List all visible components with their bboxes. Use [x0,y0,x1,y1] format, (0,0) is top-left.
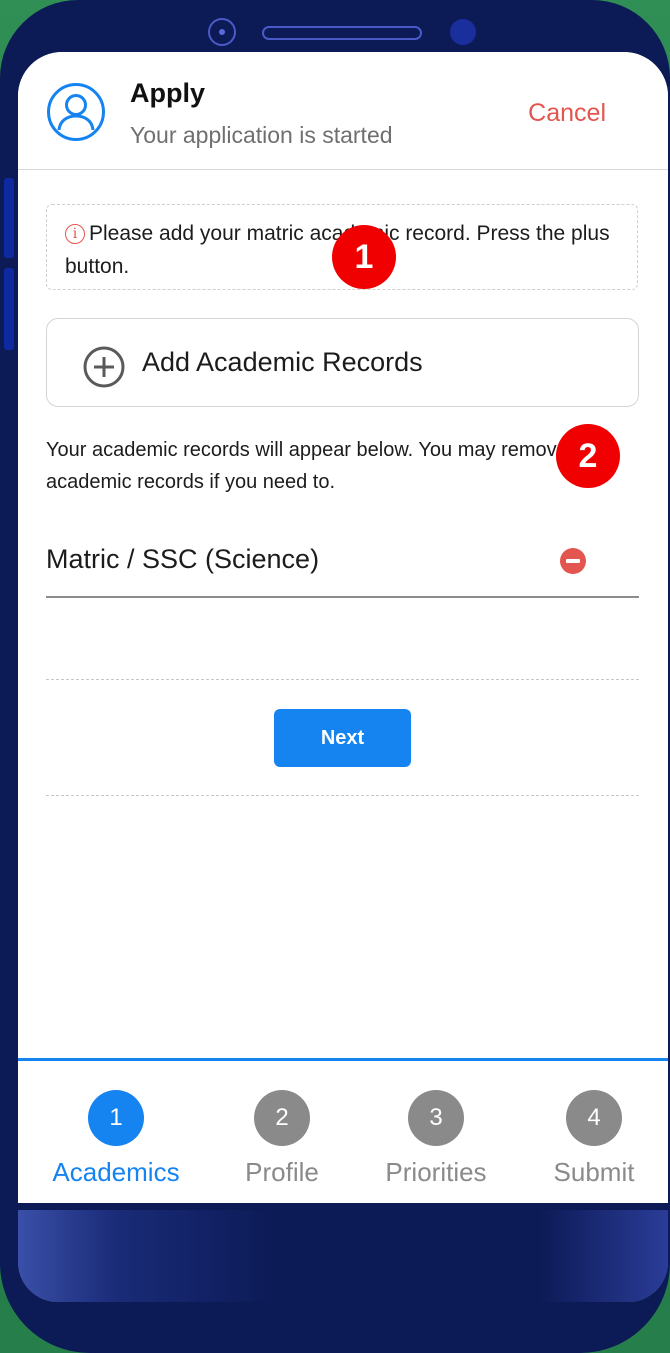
records-help-text: Your academic records will appear below.… [46,439,602,493]
step-label: Priorities [385,1157,487,1187]
side-button-volume-down [4,268,14,350]
step-label: Academics [52,1157,180,1187]
step-label: Submit [553,1157,635,1187]
step-number: 3 [408,1090,464,1146]
divider [46,679,639,680]
cancel-button[interactable]: Cancel [528,99,606,128]
academic-record-label: Matric / SSC (Science) [46,544,320,574]
step-priorities[interactable]: 3 Priorities [356,1061,516,1206]
side-button-volume-up [4,178,14,258]
step-academics[interactable]: 1 Academics [36,1061,196,1206]
page-title: Apply [130,78,206,108]
proximity-sensor [450,19,476,45]
add-academic-records-button[interactable]: Add Academic Records [46,318,639,407]
academic-record-row: Matric / SSC (Science) [46,538,639,598]
divider [46,795,639,796]
user-avatar-icon [47,83,105,141]
remove-circle-icon[interactable] [559,547,587,575]
plus-circle-icon [83,346,125,388]
step-submit[interactable]: 4 Submit [514,1061,668,1206]
info-icon: i [65,224,85,244]
next-button[interactable]: Next [274,709,411,767]
add-academic-records-label: Add Academic Records [142,347,423,377]
step-profile[interactable]: 2 Profile [202,1061,362,1206]
step-number: 1 [88,1090,144,1146]
page-subtitle: Your application is started [130,122,393,148]
step-label: Profile [245,1157,319,1187]
callout-badge-2: 2 [556,424,620,488]
phone-bottom-bezel [18,1210,668,1302]
step-navigation: 1 Academics 2 Profile 3 Priorities 4 Sub… [18,1058,668,1206]
phone-frame: Apply Your application is started Cancel… [0,0,670,1353]
callout-badge-1: 1 [332,225,396,289]
speaker-grille [262,26,422,40]
step-number: 4 [566,1090,622,1146]
step-number: 2 [254,1090,310,1146]
front-camera-icon [208,18,236,46]
app-header: Apply Your application is started Cancel [18,52,668,170]
